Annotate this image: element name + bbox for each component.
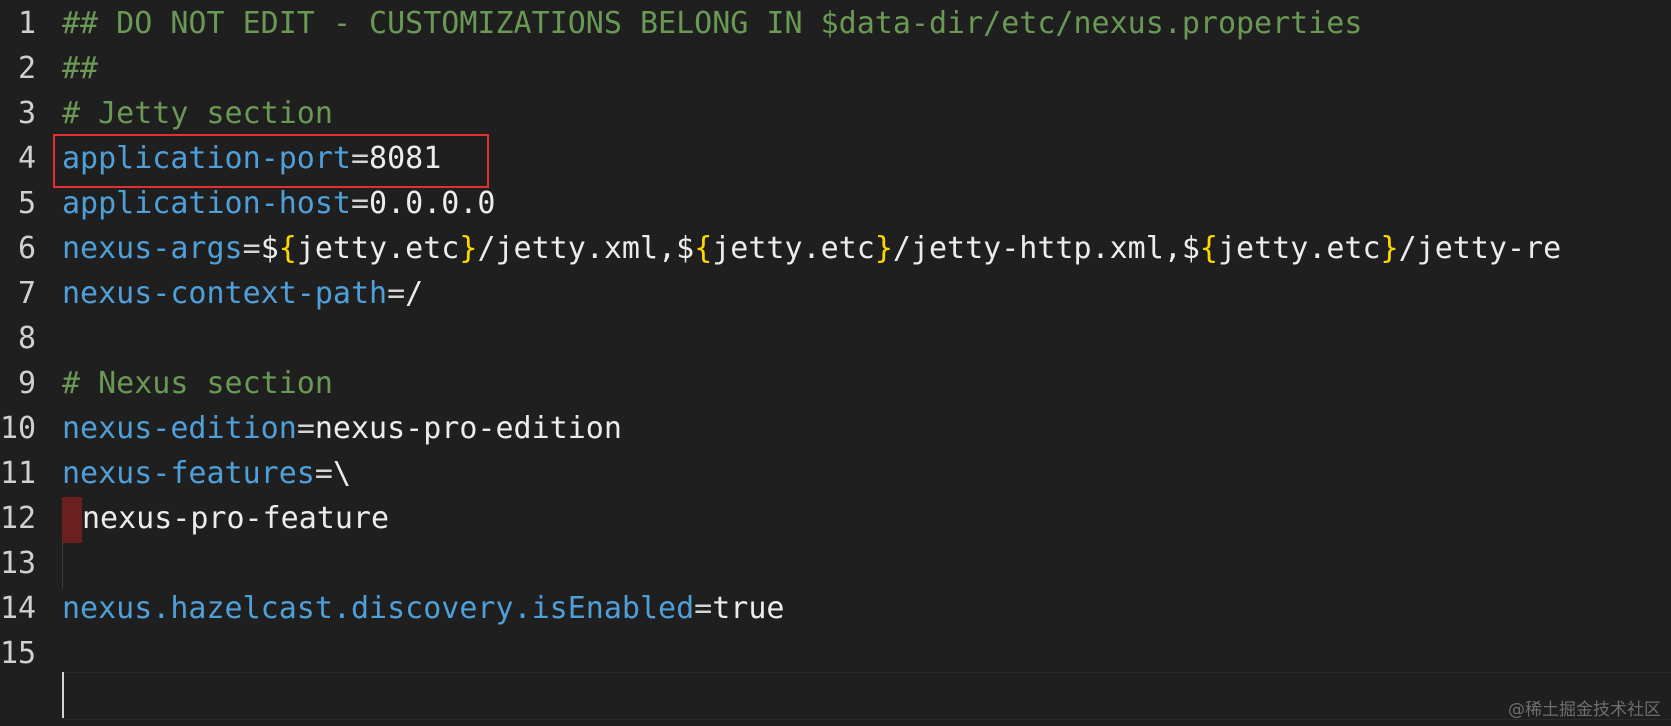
- property-key: nexus.hazelcast.discovery.isEnabled: [62, 591, 695, 626]
- equals-sign: =: [242, 231, 261, 266]
- comment-text: # Jetty section: [62, 96, 333, 131]
- value-part: /jetty-http.xml,$: [892, 231, 1200, 266]
- watermark-text: @稀土掘金技术社区: [1508, 700, 1661, 720]
- line-number: 1: [17, 6, 36, 41]
- comment-text: # Nexus section: [62, 366, 333, 401]
- value-part: jetty.etc: [296, 231, 460, 266]
- code-content: nexus-edition=nexus-pro-edition: [62, 405, 622, 453]
- property-value: nexus-pro-edition: [314, 411, 622, 446]
- property-value: \: [332, 456, 351, 491]
- value-part: jetty.etc: [712, 231, 875, 266]
- property-value: nexus-pro-feature: [82, 501, 390, 536]
- brace: }: [1380, 231, 1399, 266]
- property-key: application-host: [62, 186, 351, 221]
- value-part: jetty.etc: [1217, 231, 1381, 266]
- code-line[interactable]: 6 nexus-args=${jetty.etc}/jetty.xml,${je…: [0, 225, 1671, 273]
- code-line[interactable]: 1 ## DO NOT EDIT - CUSTOMIZATIONS BELONG…: [0, 0, 1671, 48]
- line-number: 3: [17, 96, 36, 131]
- line-number: 8: [17, 321, 36, 356]
- equals-sign: =: [296, 411, 315, 446]
- brace: {: [278, 231, 297, 266]
- code-content: nexus-context-path=/: [62, 270, 423, 318]
- equals-sign: =: [350, 186, 370, 221]
- brace: }: [874, 231, 893, 266]
- brace: }: [459, 231, 478, 266]
- current-line-highlight: [62, 672, 1671, 720]
- code-line[interactable]: 13: [0, 540, 1671, 588]
- code-line[interactable]: 12 nexus-pro-feature: [0, 495, 1671, 543]
- equals-sign: =: [387, 276, 406, 311]
- line-number: 15: [0, 636, 37, 671]
- line-number: 12: [0, 501, 37, 536]
- property-value: 0.0.0.0: [369, 186, 496, 221]
- line-number: 9: [17, 366, 36, 401]
- annotation-highlight-box: [53, 134, 489, 188]
- line-number: 6: [17, 231, 36, 266]
- code-line[interactable]: 7 nexus-context-path=/: [0, 270, 1671, 318]
- code-editor[interactable]: 1 ## DO NOT EDIT - CUSTOMIZATIONS BELONG…: [0, 0, 1671, 726]
- code-line[interactable]: 9 # Nexus section: [0, 360, 1671, 408]
- property-key: nexus-edition: [62, 411, 297, 446]
- comment-text: ## DO NOT EDIT - CUSTOMIZATIONS BELONG I…: [62, 6, 1363, 41]
- code-line[interactable]: 14 nexus.hazelcast.discovery.isEnabled=t…: [0, 585, 1671, 633]
- property-value: true: [712, 591, 785, 626]
- line-number: 11: [0, 456, 37, 491]
- code-line[interactable]: 15: [0, 630, 1671, 678]
- line-number: 10: [0, 411, 37, 446]
- line-number: 4: [17, 141, 36, 176]
- indent-guide: [62, 540, 63, 588]
- code-content: nexus-args=${jetty.etc}/jetty.xml,${jett…: [62, 225, 1561, 273]
- code-line[interactable]: 11 nexus-features=\: [0, 450, 1671, 498]
- comment-text: ##: [62, 51, 99, 86]
- line-number: 13: [0, 546, 37, 581]
- line-number: 5: [17, 186, 36, 221]
- code-line[interactable]: 3 # Jetty section: [0, 90, 1671, 138]
- code-line[interactable]: 10 nexus-edition=nexus-pro-edition: [0, 405, 1671, 453]
- value-part: /jetty-re: [1398, 231, 1562, 266]
- line-number: 2: [17, 51, 36, 86]
- property-key: nexus-context-path: [62, 276, 388, 311]
- code-line[interactable]: 8: [0, 315, 1671, 363]
- value-part: $: [260, 231, 279, 266]
- equals-sign: =: [694, 591, 713, 626]
- equals-sign: =: [314, 456, 333, 491]
- brace: {: [694, 231, 713, 266]
- property-key: nexus-features: [62, 456, 315, 491]
- line-number: 14: [0, 591, 37, 626]
- text-cursor: [62, 672, 64, 718]
- code-line[interactable]: 2 ##: [0, 45, 1671, 93]
- value-part: /jetty.xml,$: [477, 231, 695, 266]
- line-number: 7: [17, 276, 36, 311]
- property-value: /: [405, 276, 424, 311]
- indentation-error-marker: [62, 497, 82, 543]
- property-key: nexus-args: [62, 231, 243, 266]
- code-content: nexus.hazelcast.discovery.isEnabled=true: [62, 585, 784, 633]
- code-content: nexus-features=\: [62, 450, 351, 498]
- brace: {: [1199, 231, 1218, 266]
